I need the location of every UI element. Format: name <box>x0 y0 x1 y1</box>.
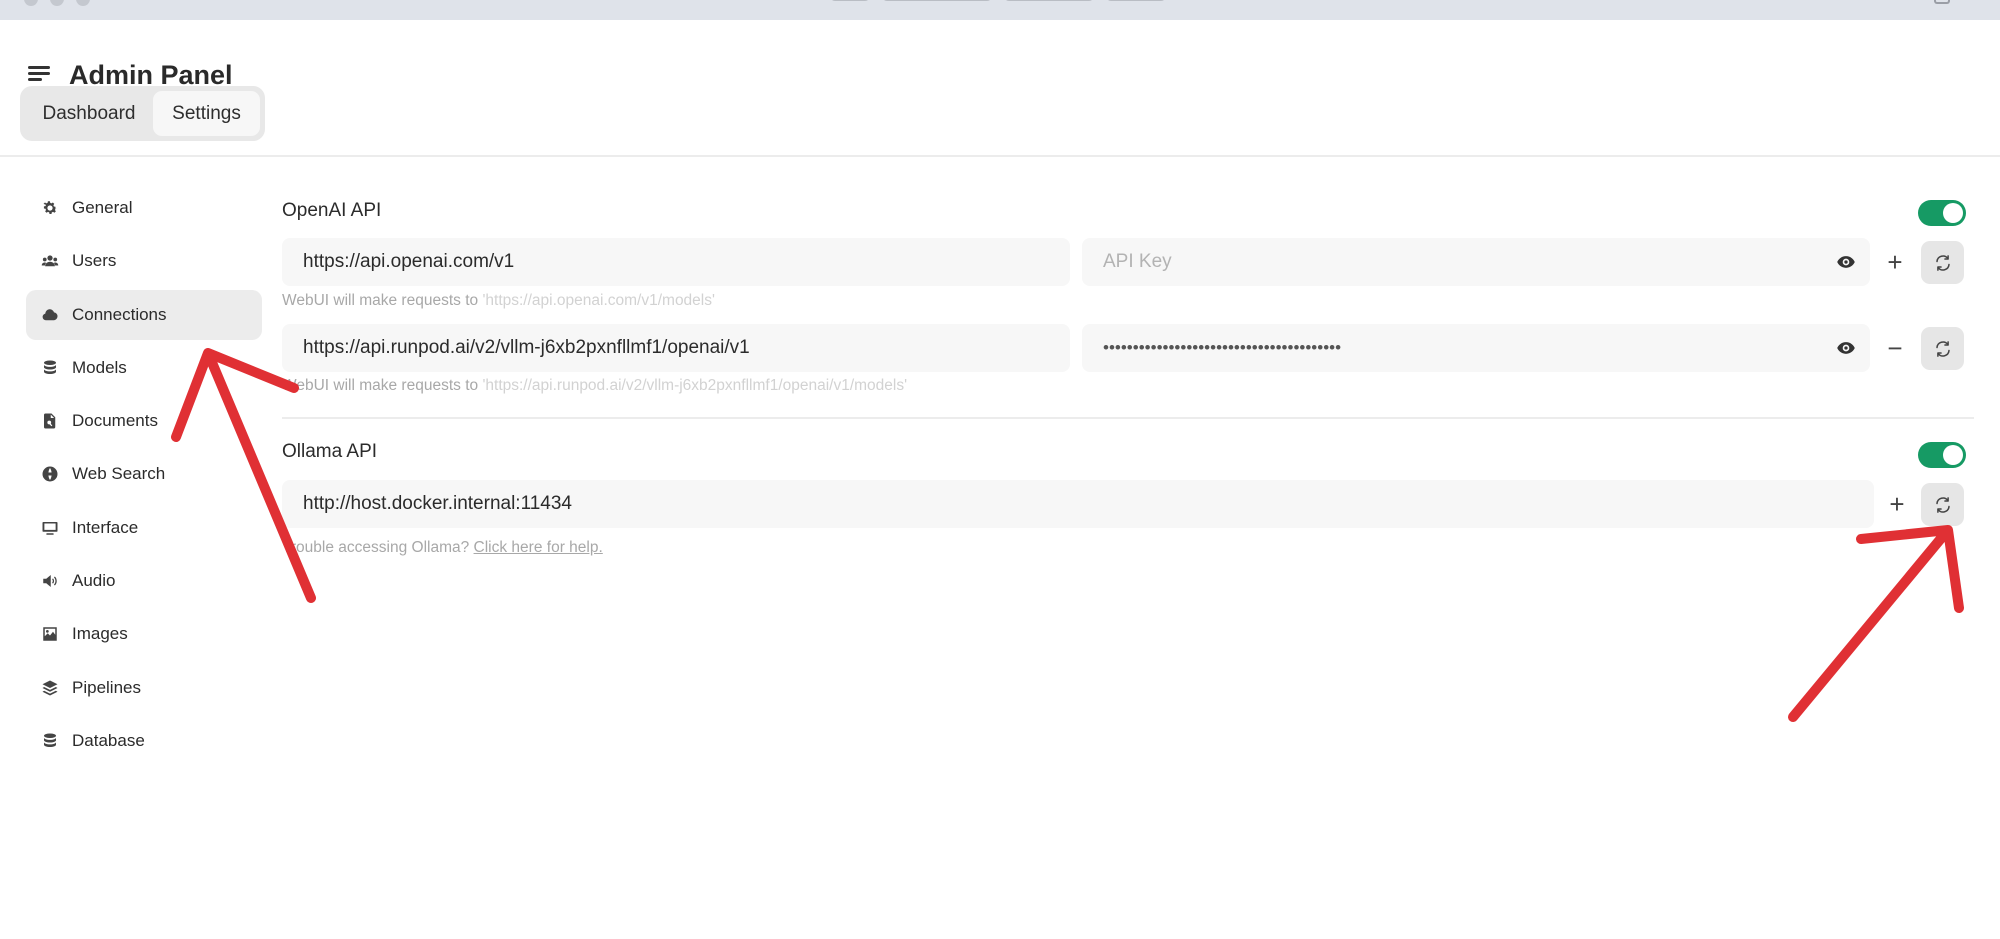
sidebar-item-label: General <box>72 198 133 217</box>
minimize-window-icon[interactable] <box>50 0 64 6</box>
openai-key-input-1[interactable]: API Key <box>1082 238 1870 286</box>
verify-connection-button[interactable] <box>1921 327 1964 370</box>
sidebar-item-label: Audio <box>72 571 116 591</box>
document-icon <box>40 411 60 431</box>
sidebar-item-label: Images <box>72 624 128 644</box>
database-icon <box>40 731 60 751</box>
sidebar-item-audio[interactable]: Audio <box>26 556 262 606</box>
ollama-help-link[interactable]: Click here for help. <box>474 539 603 556</box>
ollama-url-input[interactable]: http://host.docker.internal:11434 <box>282 480 1874 528</box>
api-key-masked: •••••••••••••••••••••••••••••••••••••••• <box>1103 338 1342 357</box>
ollama-help-hint: Trouble accessing Ollama? Click here for… <box>282 539 603 556</box>
window-title-cropped <box>830 0 1170 5</box>
ollama-section-title: Ollama API <box>282 441 378 462</box>
verify-ollama-button[interactable] <box>1921 483 1964 526</box>
sidebar-item-label: Pipelines <box>72 677 141 697</box>
sidebar-item-web-search[interactable]: Web Search <box>26 449 262 499</box>
sidebar-item-connections[interactable]: Connections <box>26 289 262 340</box>
openai-section-title: OpenAI API <box>282 200 382 221</box>
database-icon <box>40 358 60 378</box>
speaker-icon <box>40 571 60 591</box>
sidebar-item-interface[interactable]: Interface <box>26 503 262 553</box>
openai-request-hint-1: WebUI will make requests to 'https://api… <box>282 292 715 309</box>
window-titlebar <box>0 0 2000 20</box>
sidebar-item-pipelines[interactable]: Pipelines <box>26 663 262 713</box>
eye-icon[interactable] <box>1836 253 1856 271</box>
zoom-window-icon[interactable] <box>76 0 90 6</box>
sidebar-item-label: Models <box>72 357 127 377</box>
remove-connection-button[interactable]: − <box>1882 333 1908 363</box>
openai-key-input-2[interactable]: •••••••••••••••••••••••••••••••••••••••• <box>1082 324 1870 372</box>
image-icon <box>40 624 60 644</box>
section-divider <box>282 417 1974 419</box>
add-connection-button[interactable]: + <box>1882 247 1908 277</box>
close-window-icon[interactable] <box>24 0 38 6</box>
admin-tabs: Dashboard Settings <box>20 86 265 141</box>
settings-sidebar: General Users Connections Models Documen… <box>26 183 262 769</box>
monitor-icon <box>40 518 60 538</box>
sidebar-item-models[interactable]: Models <box>26 343 262 393</box>
sidebar-item-documents[interactable]: Documents <box>26 396 262 446</box>
gear-icon <box>40 198 60 218</box>
openai-enable-toggle[interactable] <box>1918 200 1966 226</box>
tab-dashboard[interactable]: Dashboard <box>25 91 153 136</box>
sidebar-item-label: Connections <box>72 304 167 324</box>
share-icon[interactable] <box>1934 0 1950 4</box>
openai-url-input-1[interactable]: https://api.openai.com/v1 <box>282 238 1070 286</box>
users-icon <box>40 251 60 271</box>
refresh-icon <box>1935 340 1950 357</box>
sidebar-item-database[interactable]: Database <box>26 716 262 766</box>
sidebar-item-images[interactable]: Images <box>26 609 262 659</box>
verify-connection-button[interactable] <box>1921 241 1964 284</box>
openai-request-hint-2: WebUI will make requests to 'https://api… <box>282 377 908 394</box>
refresh-icon <box>1935 496 1950 513</box>
api-key-placeholder: API Key <box>1103 251 1172 272</box>
cloud-icon <box>40 305 60 325</box>
sidebar-item-label: Web Search <box>72 464 166 484</box>
openai-url-input-2[interactable]: https://api.runpod.ai/v2/vllm-j6xb2pxnfl… <box>282 324 1070 372</box>
add-ollama-button[interactable]: + <box>1884 489 1910 519</box>
red-arrow-right <box>1788 525 1964 722</box>
sidebar-item-label: Database <box>72 730 145 750</box>
sidebar-item-users[interactable]: Users <box>26 236 262 286</box>
menu-icon[interactable] <box>28 66 50 82</box>
sidebar-item-label: Users <box>72 251 117 271</box>
sidebar-item-label: Interface <box>72 517 139 537</box>
sidebar-item-label: Documents <box>72 411 158 431</box>
layers-icon <box>40 678 60 698</box>
globe-icon <box>40 464 60 484</box>
admin-header: Admin Panel Dashboard Settings <box>0 20 2000 157</box>
tab-settings[interactable]: Settings <box>153 91 260 136</box>
ollama-enable-toggle[interactable] <box>1918 442 1966 468</box>
refresh-icon <box>1935 254 1950 271</box>
sidebar-item-general[interactable]: General <box>26 183 262 233</box>
eye-icon[interactable] <box>1836 339 1856 357</box>
